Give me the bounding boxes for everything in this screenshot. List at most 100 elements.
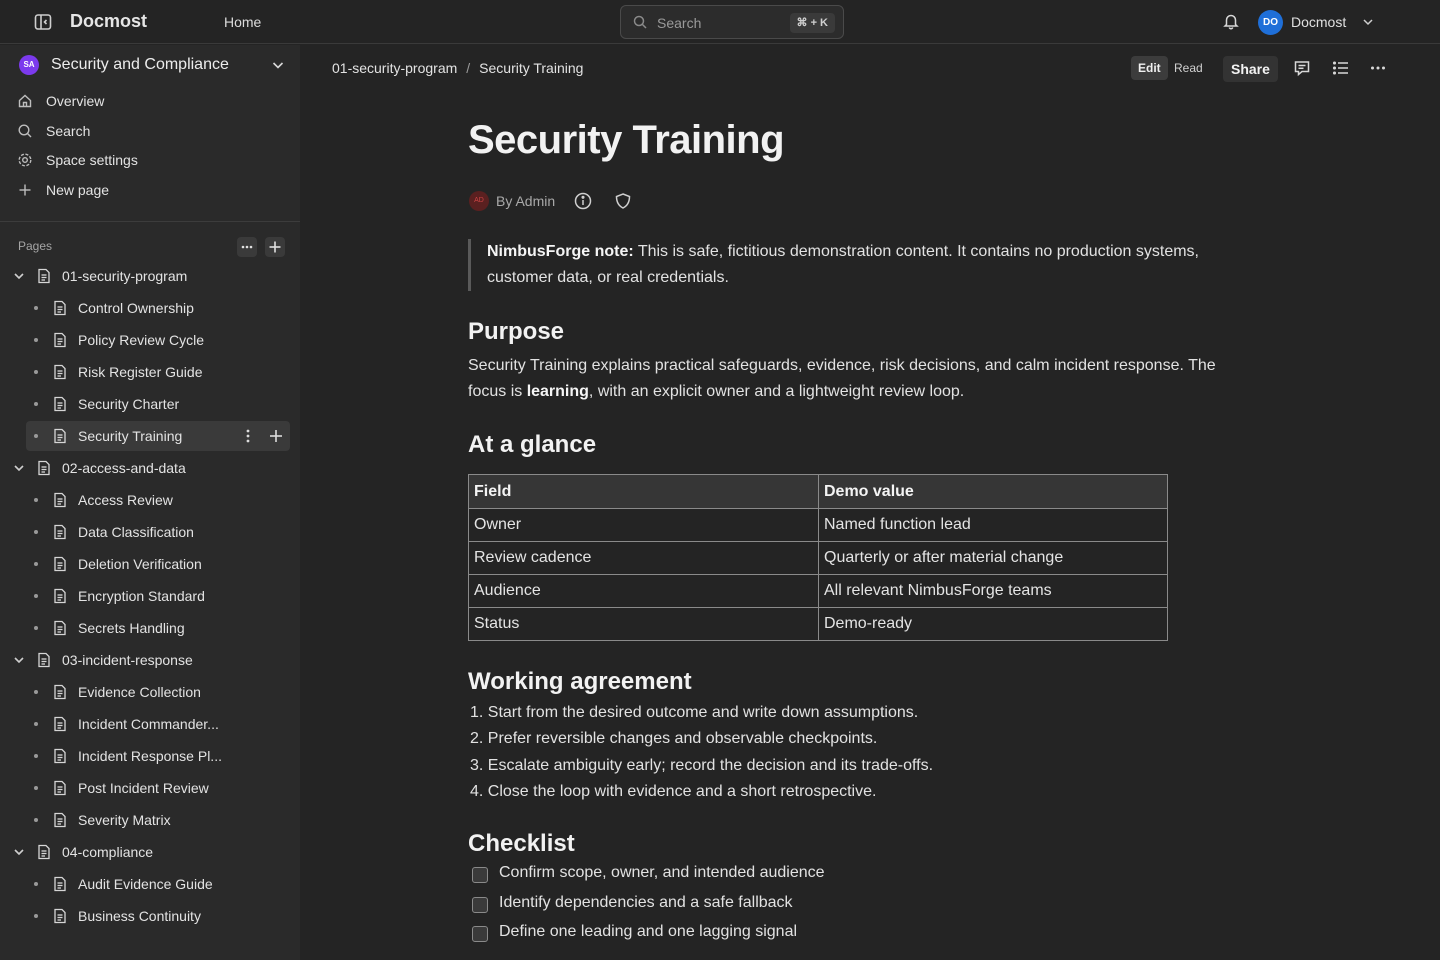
list-item: 1. Start from the desired outcome and wr… bbox=[470, 704, 919, 721]
more-options-icon[interactable] bbox=[1369, 59, 1387, 77]
tree-page[interactable]: Business Continuity bbox=[0, 901, 300, 931]
document-icon bbox=[53, 524, 67, 540]
space-name: Security and Compliance bbox=[51, 56, 229, 73]
sidebar-item-label: New page bbox=[46, 182, 110, 198]
tree-folder[interactable]: 01-security-program bbox=[0, 261, 300, 291]
tree-page[interactable]: Post Incident Review bbox=[0, 773, 300, 803]
app-logo[interactable]: Docmost bbox=[70, 11, 147, 32]
chevron-down-icon[interactable] bbox=[13, 462, 25, 474]
table-cell[interactable]: Quarterly or after material change bbox=[818, 541, 1168, 575]
space-switcher[interactable]: SA Security and Compliance bbox=[0, 45, 300, 85]
table-row: Status Demo-ready bbox=[468, 607, 1168, 641]
tree-label: 02-access-and-data bbox=[62, 460, 186, 476]
pages-more-button[interactable] bbox=[237, 237, 257, 257]
bullet-dot bbox=[34, 402, 38, 406]
sidebar-item-label: Overview bbox=[46, 93, 105, 109]
add-page-button[interactable] bbox=[265, 237, 285, 257]
checkbox[interactable] bbox=[472, 896, 488, 913]
shield-icon[interactable] bbox=[614, 192, 632, 210]
bullet-dot bbox=[34, 338, 38, 342]
tree-page[interactable]: Encryption Standard bbox=[0, 581, 300, 611]
tree-page[interactable]: Control Ownership bbox=[0, 293, 300, 323]
table-cell[interactable]: All relevant NimbusForge teams bbox=[818, 574, 1168, 608]
sidebar-toggle-icon[interactable] bbox=[33, 12, 53, 32]
chevron-down-icon[interactable] bbox=[1362, 16, 1374, 28]
table-header-cell: Field bbox=[468, 474, 819, 509]
tree-page[interactable]: Evidence Collection bbox=[0, 677, 300, 707]
share-button[interactable]: Share bbox=[1223, 56, 1278, 82]
purpose-heading: Purpose bbox=[468, 318, 565, 345]
table-of-contents-icon[interactable] bbox=[1332, 59, 1350, 77]
gear-icon bbox=[17, 152, 33, 168]
tree-folder[interactable]: 03-incident-response bbox=[0, 645, 300, 675]
document-icon bbox=[53, 908, 67, 924]
tree-label: Deletion Verification bbox=[78, 556, 202, 572]
tree-label: 03-incident-response bbox=[62, 652, 193, 668]
chevron-down-icon[interactable] bbox=[13, 846, 25, 858]
table-cell[interactable]: Owner bbox=[468, 508, 819, 542]
tree-label: Security Charter bbox=[78, 396, 180, 412]
breadcrumb-item[interactable]: 01-security-program bbox=[332, 60, 457, 76]
tree-label: 01-security-program bbox=[62, 268, 188, 284]
tree-label: Control Ownership bbox=[78, 300, 194, 316]
page-title[interactable]: Security Training bbox=[468, 118, 785, 163]
plus-icon[interactable] bbox=[268, 428, 284, 444]
tree-page[interactable]: Incident Commander... bbox=[0, 709, 300, 739]
tree-page[interactable]: Security Training bbox=[26, 421, 290, 451]
read-mode-toggle[interactable]: Read bbox=[1174, 56, 1203, 80]
tree-page[interactable]: Secrets Handling bbox=[0, 613, 300, 643]
checklist-heading: Checklist bbox=[468, 830, 575, 857]
bullet-dot bbox=[34, 530, 38, 534]
document-icon bbox=[37, 844, 51, 860]
tree-page[interactable]: Severity Matrix bbox=[0, 805, 300, 835]
table-cell[interactable]: Review cadence bbox=[468, 541, 819, 575]
tree-folder[interactable]: 04-compliance bbox=[0, 837, 300, 867]
table-cell[interactable]: Audience bbox=[468, 574, 819, 608]
search-placeholder: Search bbox=[657, 15, 702, 31]
document-icon bbox=[53, 364, 67, 380]
tree-page[interactable]: Policy Review Cycle bbox=[0, 325, 300, 355]
edit-mode-toggle[interactable]: Edit bbox=[1131, 56, 1168, 80]
bullet-dot bbox=[34, 914, 38, 918]
tree-page[interactable]: Audit Evidence Guide bbox=[0, 869, 300, 899]
avatar[interactable]: DO bbox=[1258, 10, 1283, 35]
document-icon bbox=[53, 876, 67, 892]
table-cell[interactable]: Named function lead bbox=[818, 508, 1168, 542]
bullet-dot bbox=[34, 370, 38, 374]
sidebar-item-overview[interactable]: Overview bbox=[0, 87, 300, 115]
user-menu[interactable]: Docmost bbox=[1291, 14, 1346, 30]
document-icon bbox=[53, 332, 67, 348]
info-icon[interactable] bbox=[574, 192, 592, 210]
table-cell[interactable]: Demo-ready bbox=[818, 607, 1168, 641]
document-icon bbox=[53, 620, 67, 636]
tree-page[interactable]: Data Classification bbox=[0, 517, 300, 547]
sidebar-divider bbox=[0, 221, 300, 222]
tree-page[interactable]: Risk Register Guide bbox=[0, 357, 300, 387]
home-link[interactable]: Home bbox=[224, 14, 261, 30]
tree-page[interactable]: Deletion Verification bbox=[0, 549, 300, 579]
checkbox[interactable] bbox=[472, 867, 488, 883]
sidebar-item-search[interactable]: Search bbox=[0, 117, 300, 145]
sidebar-item-new-page[interactable]: New page bbox=[0, 176, 300, 204]
tree-folder[interactable]: 02-access-and-data bbox=[0, 453, 300, 483]
bell-icon[interactable] bbox=[1222, 12, 1240, 30]
document-icon bbox=[37, 652, 51, 668]
table-cell[interactable]: Status bbox=[468, 607, 819, 641]
bullet-dot bbox=[34, 882, 38, 886]
tree-label: Post Incident Review bbox=[78, 780, 209, 796]
sidebar-item-space-settings[interactable]: Space settings bbox=[0, 146, 300, 174]
breadcrumb-separator: / bbox=[466, 60, 471, 76]
search-icon bbox=[633, 15, 647, 29]
tree-page[interactable]: Security Charter bbox=[0, 389, 300, 419]
checkbox[interactable] bbox=[472, 926, 488, 942]
comments-icon[interactable] bbox=[1293, 59, 1311, 77]
breadcrumb-item[interactable]: Security Training bbox=[479, 60, 583, 76]
home-icon bbox=[17, 93, 33, 109]
search-input[interactable]: Search ⌘ + K bbox=[620, 5, 844, 39]
chevron-down-icon[interactable] bbox=[13, 654, 25, 666]
more-vertical-icon[interactable] bbox=[240, 428, 256, 444]
tree-page[interactable]: Access Review bbox=[0, 485, 300, 515]
chevron-down-icon[interactable] bbox=[13, 270, 25, 282]
tree-page[interactable]: Incident Response Pl... bbox=[0, 741, 300, 771]
author-avatar: AD bbox=[469, 191, 489, 211]
